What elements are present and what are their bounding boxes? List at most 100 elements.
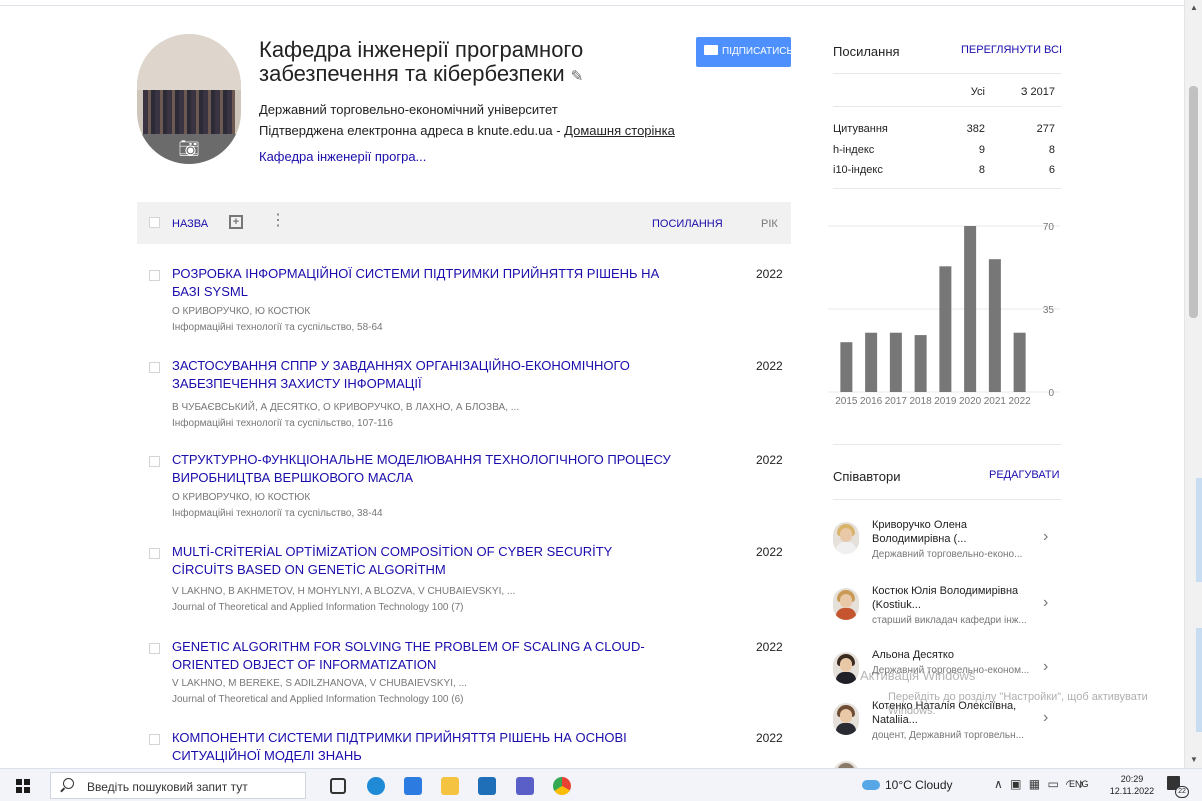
article-authors: О КРИВОРУЧКО, Ю КОСТЮК — [172, 306, 311, 317]
windows-activation-title: Активація Windows — [860, 668, 976, 683]
article-checkbox[interactable] — [149, 362, 160, 373]
windows-start-icon[interactable] — [16, 779, 30, 793]
chart-bar[interactable] — [865, 332, 878, 392]
top-divider — [0, 0, 1184, 6]
language-indicator[interactable]: ENG — [1069, 779, 1089, 789]
chart-bar[interactable] — [939, 266, 952, 392]
article-title[interactable]: MULTİ-CRİTERİAL OPTİMİZATİON COMPOSİTİON… — [172, 543, 672, 579]
chrome-icon[interactable] — [553, 777, 571, 795]
sort-by-cited[interactable]: ПОСИЛАННЯ — [652, 218, 723, 230]
search-icon — [63, 778, 74, 789]
sort-by-year[interactable]: РІК — [761, 218, 778, 230]
avatar — [833, 522, 859, 554]
photo-background — [137, 34, 241, 90]
add-article-icon[interactable]: + — [229, 215, 243, 229]
select-all-checkbox[interactable] — [149, 217, 160, 228]
article-title[interactable]: КОМПОНЕНТИ СИСТЕМИ ПІДТРИМКИ ПРИЙНЯТТЯ Р… — [172, 729, 672, 765]
profile-photo[interactable]: 📷︎ — [137, 34, 241, 164]
homepage-link[interactable]: Домашня сторінка — [564, 123, 675, 138]
weather-widget[interactable]: 10°C Cloudy — [862, 778, 953, 792]
chevron-right-icon: › — [1043, 528, 1049, 545]
mail-icon[interactable] — [478, 777, 496, 795]
taskbar-search-box[interactable]: Введіть пошуковий запит тут — [50, 772, 306, 799]
chart-bar[interactable] — [988, 259, 1001, 392]
avatar-body — [836, 542, 856, 554]
stat-label-citations: Цитування — [833, 123, 888, 135]
article-title[interactable]: РОЗРОБКА ІНФОРМАЦІЙНОЇ СИСТЕМИ ПІДТРИМКИ… — [172, 265, 672, 301]
weather-text: 10°C Cloudy — [885, 778, 953, 792]
article-checkbox[interactable] — [149, 456, 160, 467]
profile-title: Кафедра інженерії програмного забезпечен… — [259, 38, 689, 89]
coauthors-title: Співавтори — [833, 469, 901, 484]
stats-col-since: З 2017 — [1020, 86, 1055, 98]
article-checkbox[interactable] — [149, 270, 160, 281]
cloud-icon — [862, 780, 880, 790]
article-title[interactable]: СТРУКТУРНО-ФУНКЦІОНАЛЬНЕ МОДЕЛЮВАННЯ ТЕХ… — [172, 451, 672, 487]
more-options-icon[interactable]: ⋮ — [270, 211, 286, 231]
article-row: MULTİ-CRİTERİAL OPTİMİZATİON COMPOSİTİON… — [137, 543, 791, 631]
avatar-face — [840, 594, 852, 608]
verified-email-text: Підтверджена електронна адреса в knute.e… — [259, 123, 565, 138]
article-year: 2022 — [756, 545, 783, 559]
windows-taskbar: Введіть пошуковий запит тут 10°C Cloudy … — [0, 768, 1202, 801]
article-row: GENETIC ALGORITHM FOR SOLVING THE PROBLE… — [137, 638, 791, 726]
articles-table-header: НАЗВА + ⋮ ПОСИЛАННЯ РІК — [137, 202, 791, 244]
divider — [833, 188, 1061, 189]
side-panel-tab — [1196, 628, 1202, 732]
avatar-body — [836, 672, 856, 684]
sort-by-title[interactable]: НАЗВА — [172, 218, 208, 230]
store-icon[interactable] — [404, 777, 422, 795]
scrollbar-thumb[interactable] — [1189, 86, 1198, 318]
teams-icon[interactable] — [516, 777, 534, 795]
article-authors: V LAKHNO, B AKHMETOV, H MOHYLNYI, A BLOZ… — [172, 586, 516, 597]
task-view-icon[interactable] — [330, 778, 346, 794]
avatar-face — [840, 709, 852, 723]
avatar — [833, 652, 859, 684]
scroll-down-icon[interactable]: ▼ — [1185, 752, 1202, 768]
coauthor-item[interactable]: Костюк Юлія Володимирівна (Kostiuk... ст… — [833, 584, 1061, 640]
article-checkbox[interactable] — [149, 643, 160, 654]
article-checkbox[interactable] — [149, 734, 160, 745]
follow-button[interactable]: ПІДПИСАТИСЬ — [696, 37, 793, 67]
coauthor-item-partial[interactable] — [833, 757, 1061, 768]
chart-bar[interactable] — [840, 342, 853, 392]
article-year: 2022 — [756, 731, 783, 745]
taskbar-clock[interactable]: 20:29 12.11.2022 — [1106, 773, 1158, 797]
chart-x-tick-label: 2015 — [835, 396, 858, 407]
notification-count: 22 — [1175, 786, 1189, 798]
article-title[interactable]: GENETIC ALGORITHM FOR SOLVING THE PROBLE… — [172, 638, 672, 674]
chart-x-tick-label: 2016 — [860, 396, 883, 407]
coauthor-item[interactable]: Криворучко Олена Володимирівна (... Держ… — [833, 518, 1061, 574]
edit-coauthors-link[interactable]: РЕДАГУВАТИ — [989, 469, 1059, 481]
chevron-right-icon: › — [1043, 658, 1049, 675]
coauthor-name: Костюк Юлія Володимирівна (Kostiuk... — [872, 585, 1019, 611]
interest-link[interactable]: Кафедра інженерії програ... — [259, 149, 426, 164]
chart-x-tick-label: 2020 — [959, 396, 982, 407]
chart-bar[interactable] — [889, 332, 902, 392]
file-explorer-icon[interactable] — [441, 777, 459, 795]
notification-center[interactable]: 22 — [1167, 776, 1189, 798]
avatar-face — [840, 658, 852, 672]
chevron-right-icon: › — [1043, 594, 1049, 611]
scroll-up-icon[interactable]: ▲ — [1185, 0, 1202, 16]
edge-browser-icon[interactable] — [367, 777, 385, 795]
profile-affiliation: Державний торговельно-економічний універ… — [259, 102, 558, 117]
chart-bar[interactable] — [914, 335, 927, 392]
stat-citations-all: 382 — [966, 123, 985, 135]
chart-bar[interactable] — [1013, 332, 1026, 392]
chart-x-tick-label: 2021 — [984, 396, 1007, 407]
article-authors: В ЧУБАЄВСЬКИЙ, А ДЕСЯТКО, О КРИВОРУЧКО, … — [172, 402, 520, 413]
chart-bar[interactable] — [964, 226, 977, 392]
chart-x-tick-label: 2022 — [1009, 396, 1032, 407]
article-authors: О КРИВОРУЧКО, Ю КОСТЮК — [172, 492, 311, 503]
coauthor-affiliation: старший викладач кафедри інж... — [872, 615, 1027, 626]
pencil-icon[interactable]: ✎ — [571, 68, 584, 85]
camera-icon[interactable]: 📷︎ — [177, 139, 201, 159]
article-row: СТРУКТУРНО-ФУНКЦІОНАЛЬНЕ МОДЕЛЮВАННЯ ТЕХ… — [137, 451, 791, 539]
view-all-link[interactable]: ПЕРЕГЛЯНУТИ ВСІ — [961, 44, 1062, 56]
avatar — [833, 588, 859, 620]
article-title[interactable]: ЗАСТОСУВАННЯ СППР У ЗАВДАННЯХ ОРГАНІЗАЦІ… — [172, 357, 672, 393]
article-year: 2022 — [756, 640, 783, 654]
start-tile — [24, 779, 30, 785]
article-checkbox[interactable] — [149, 548, 160, 559]
